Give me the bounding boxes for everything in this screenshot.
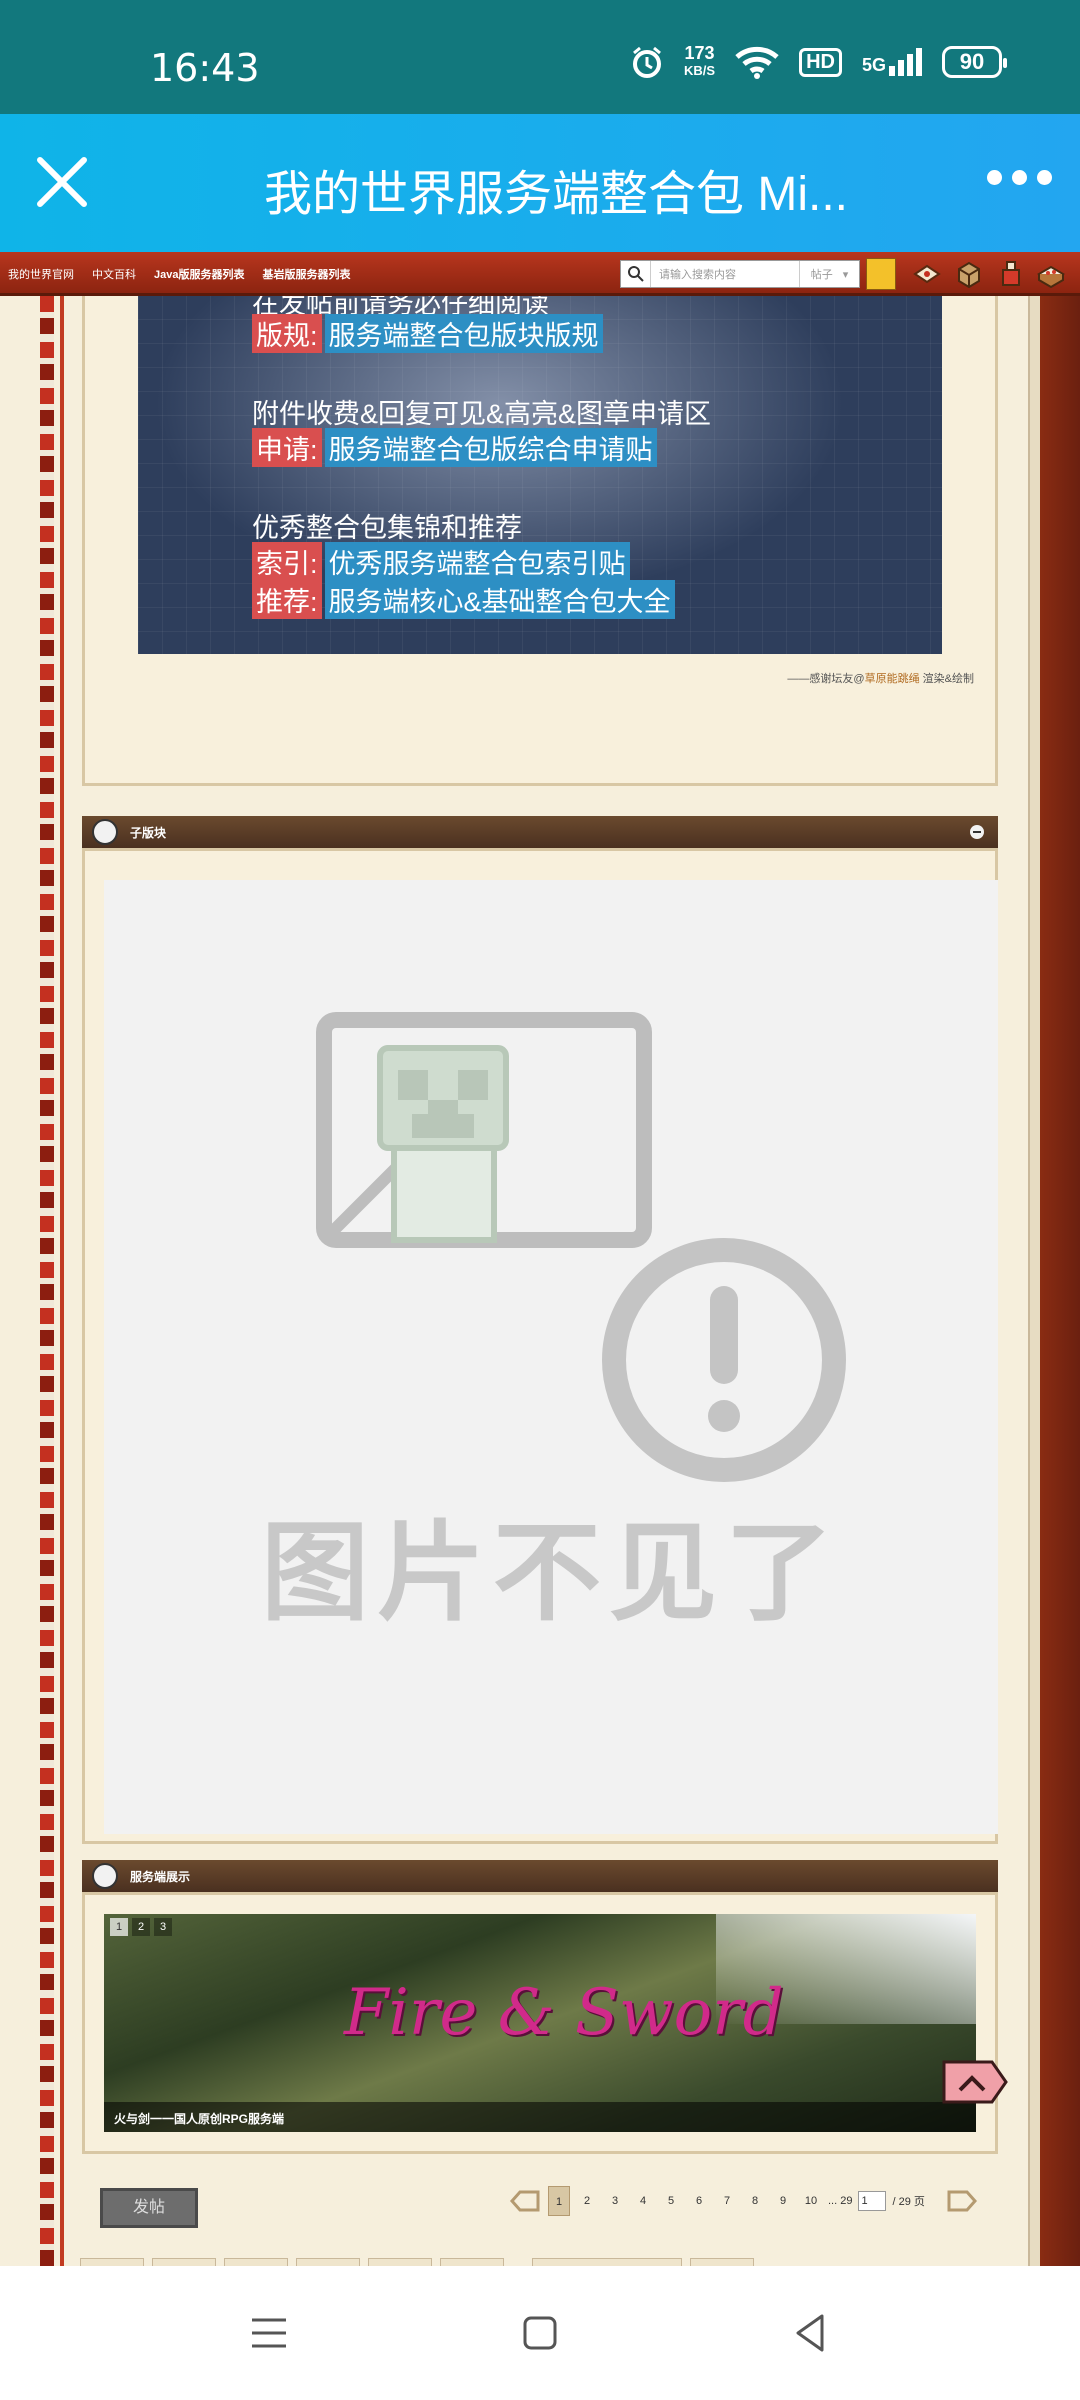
crafting-table-icon[interactable] [954,260,984,288]
battery-level: 90 [959,49,985,74]
close-icon[interactable] [34,154,90,210]
slide-caption[interactable]: 火与剑一一国人原创RPG服务端 [104,2102,976,2132]
page-link[interactable]: 10 [800,2186,822,2216]
alarm-icon [633,46,662,78]
page-link[interactable]: 8 [744,2186,766,2216]
chevron-down-icon: ▾ [842,268,849,281]
subforum-title: 子版块 [130,826,167,840]
slide-indicator[interactable]: 3 [154,1918,172,1936]
slide-image-title: Fire & Sword [344,1976,784,2050]
showcase-section-title: 优秀整合包集锦和推荐 [252,513,522,543]
attachment-section-title: 附件收费&回复可见&高亮&图章申请区 [252,399,712,429]
forum-search: 请输入搜索内容 帖子 ▾ [620,260,860,288]
status-icons: 173 KB/S HD 5G 90 [630,44,1007,80]
apply-line: 申请: 服务端整合包版综合申请贴 [252,428,657,467]
page-jump-input[interactable]: 1 [858,2191,887,2211]
page-link[interactable]: 6 [688,2186,710,2216]
subforum-header: 子版块 [82,816,998,848]
search-type-value: 帖子 [810,269,833,281]
home-icon[interactable] [515,2308,565,2358]
status-time: 16:43 [150,46,260,90]
recommend-tag: 推荐: [252,580,322,619]
forum-nav: 我的世界官网 中文百科 Java版服务器列表 基岩版服务器列表 请输入搜索内容 … [0,252,1080,296]
slide-indicators: 1 2 3 [110,1918,172,1936]
search-icon[interactable] [621,261,651,287]
nav-link-java-servers[interactable]: Java版服务器列表 [154,266,244,282]
app-bar: 我的世界服务端整合包 Mi... [0,114,1080,252]
right-decoration [1040,296,1080,2266]
index-link[interactable]: 优秀服务端整合包索引贴 [324,542,630,581]
page-link[interactable]: 9 [772,2186,794,2216]
apply-tag: 申请: [252,428,322,467]
hd-badge: HD [799,47,842,77]
pikachu-avatar-icon[interactable] [866,258,896,290]
more-options-icon[interactable] [987,170,1052,185]
page-link[interactable]: 3 [604,2186,626,2216]
bottom-tabs [80,2258,754,2266]
left-decoration [0,296,64,2266]
page-total: / 29 页 [892,2196,925,2208]
showcase-slider[interactable]: Fire & Sword 1 2 3 火与剑一一国人原创RPG服务端 [104,1914,976,2132]
cake-icon[interactable] [1036,260,1066,288]
forum-content: 在发帖前请务必仔细阅读 版规: 服务端整合包版块版规 附件收费&回复可见&高亮&图… [0,296,1080,2266]
credit-author[interactable]: 草原能跳绳 [865,673,920,685]
forum-nav-links: 我的世界官网 中文百科 Java版服务器列表 基岩版服务器列表 [8,266,350,282]
broken-image-icon: 图片不见了 [261,1012,846,1636]
page-link[interactable]: 5 [660,2186,682,2216]
prev-page-icon[interactable] [508,2188,542,2214]
network-type: 5G [861,55,886,75]
slide-indicator[interactable]: 2 [132,1918,150,1936]
forum-logo-icon [92,1863,118,1889]
showcase-header: 服务端展示 [82,1860,998,1892]
menu-icon[interactable] [244,2308,294,2358]
nav-link-wiki[interactable]: 中文百科 [92,266,136,282]
network-speed-value: 173 [684,43,715,63]
signal-icon: 5G [862,48,922,76]
back-icon[interactable] [786,2308,836,2358]
system-nav-bar [0,2266,1080,2400]
rules-banner: 在发帖前请务必仔细阅读 版规: 服务端整合包版块版规 附件收费&回复可见&高亮&图… [138,296,942,654]
new-post-button[interactable]: 发帖 [100,2188,198,2228]
index-tag: 索引: [252,542,322,581]
rules-line: 版规: 服务端整合包版块版规 [252,314,603,353]
recommend-link[interactable]: 服务端核心&基础整合包大全 [324,580,675,619]
page-link[interactable]: 7 [716,2186,738,2216]
network-speed: 173 KB/S [684,44,715,80]
nav-link-official-site[interactable]: 我的世界官网 [8,266,74,282]
forum-logo-icon [92,819,118,845]
right-border [1028,296,1040,2266]
rules-tag: 版规: [252,314,322,353]
search-input[interactable]: 请输入搜索内容 [651,266,799,282]
index-line: 索引: 优秀服务端整合包索引贴 [252,542,630,581]
page-title: 我的世界服务端整合包 Mi... [264,168,848,221]
nav-link-bedrock-servers[interactable]: 基岩版服务器列表 [262,266,350,282]
back-to-top-icon[interactable] [940,2058,1010,2108]
ticket-icon[interactable] [912,260,942,288]
next-page-icon[interactable] [945,2188,979,2214]
search-type-select[interactable]: 帖子 ▾ [799,261,859,287]
missing-image-placeholder: 图片不见了 [104,880,998,1834]
recommend-line: 推荐: 服务端核心&基础整合包大全 [252,580,675,619]
page-link[interactable]: 4 [632,2186,654,2216]
last-page-link[interactable]: ... 29 [828,2186,852,2216]
apply-link[interactable]: 服务端整合包版综合申请贴 [324,428,657,467]
rules-link[interactable]: 服务端整合包版块版规 [324,314,603,353]
showcase-title: 服务端展示 [130,1870,191,1884]
missing-image-text: 图片不见了 [261,1511,841,1636]
page-link[interactable]: 1 [548,2186,570,2216]
status-bar: 16:43 173 KB/S HD 5G 90 [0,0,1080,114]
collapse-icon[interactable] [970,825,984,839]
potion-icon[interactable] [996,260,1026,288]
wifi-icon [735,46,779,79]
battery-icon: 90 [942,46,1007,78]
slide-indicator[interactable]: 1 [110,1918,128,1936]
pagination: 1 2 3 4 5 6 7 8 9 10 ... 29 1 / 29 页 [508,2186,979,2216]
network-speed-unit: KB/S [684,63,716,78]
banner-credit: ——感谢坛友@草原能跳绳 渲染&绘制 [787,673,974,685]
page-link[interactable]: 2 [576,2186,598,2216]
